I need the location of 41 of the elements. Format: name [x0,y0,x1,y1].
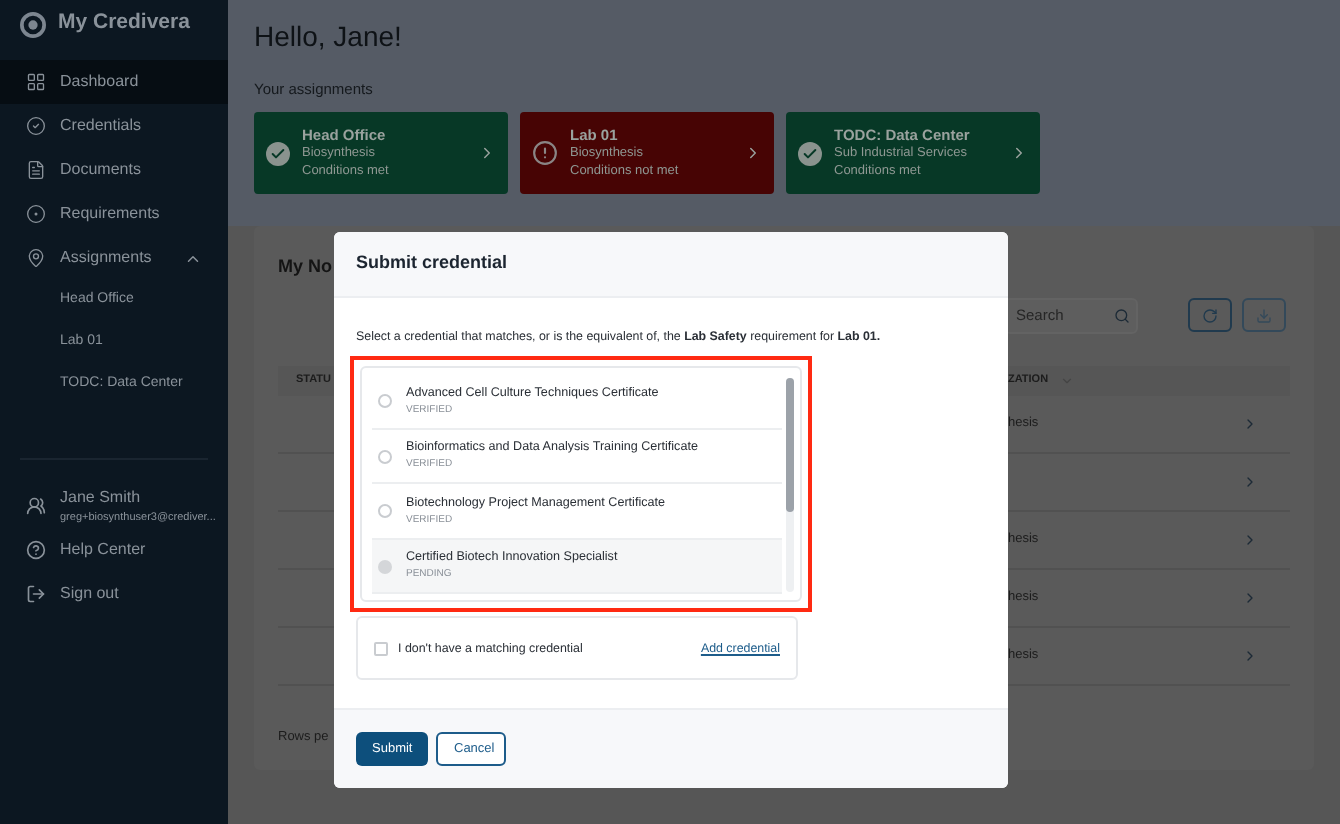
nav-item[interactable]: Credentials [0,104,228,148]
check-icon [266,141,290,166]
panel-title: My No [278,254,332,281]
grid-icon [26,72,46,92]
chevron-right-icon[interactable] [1242,589,1258,606]
alert-icon [532,140,558,167]
chevron-right-icon [478,144,496,163]
radio-button[interactable] [378,394,392,409]
document-icon [26,160,46,180]
nav-item[interactable]: Dashboard [0,60,228,104]
checkbox[interactable] [374,641,388,656]
download-button[interactable] [1242,298,1286,333]
dialog-title: Submit credential [356,250,508,277]
help-icon [26,540,46,560]
refresh-button[interactable] [1188,298,1232,333]
chevron-right-icon [1010,144,1028,163]
chevron-right-icon[interactable] [1242,415,1258,432]
check-circle-icon [26,116,46,136]
logo-icon [20,11,46,37]
check-icon [798,141,822,166]
chevron-right-icon[interactable] [1242,531,1258,548]
brand-name: My Credivera [58,8,190,39]
download-icon [1256,307,1272,324]
sign-out-icon [26,584,46,604]
location-pin-icon [26,248,46,268]
radio-button[interactable] [378,449,392,464]
nav-item[interactable]: Assignments [0,236,228,280]
nav-item[interactable]: Help Center [0,528,228,572]
user-icon [26,496,46,516]
nav-item[interactable]: Documents [0,148,228,192]
greeting: Hello, Jane! [254,18,404,54]
nav-item[interactable]: Sign out [0,572,228,616]
scrollbar[interactable] [786,378,794,593]
search-icon [1114,307,1130,324]
radio-button[interactable] [378,504,392,519]
user-name: Jane Smith [60,485,143,510]
chevron-right-icon[interactable] [1242,473,1258,490]
chevron-right-icon[interactable] [1242,647,1258,664]
nav-item[interactable]: Requirements [0,192,228,236]
refresh-icon [1202,307,1218,324]
chevron-right-icon [744,144,762,163]
